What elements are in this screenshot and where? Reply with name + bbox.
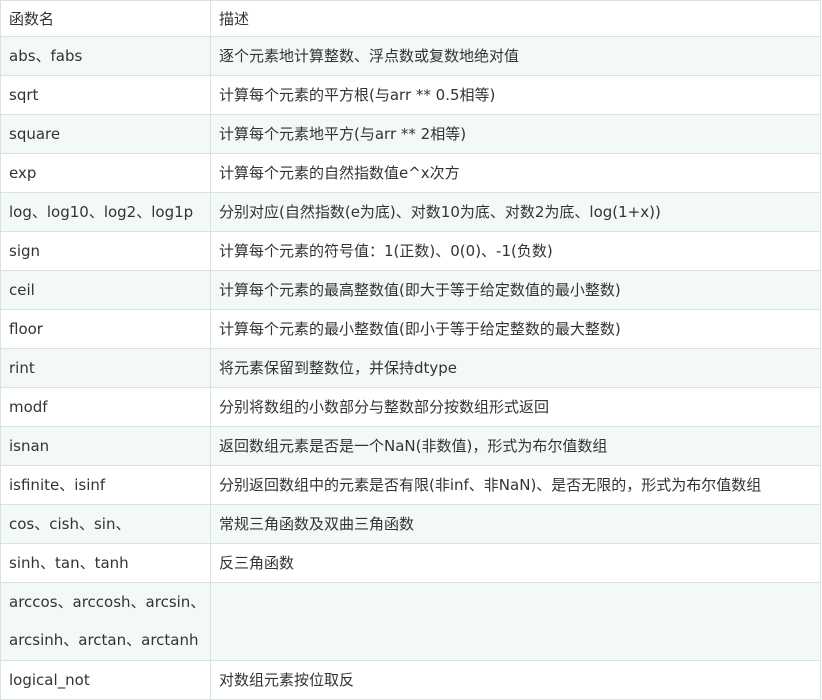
function-name-line: arcsinh、arctan、arctanh (9, 631, 199, 649)
function-desc: 分别返回数组中的元素是否有限(非inf、非NaN)、是否无限的，形式为布尔值数组 (210, 465, 821, 505)
function-desc: 计算每个元素的自然指数值e^x次方 (210, 153, 821, 193)
function-desc (210, 582, 821, 661)
function-desc: 计算每个元素地平方(与arr ** 2相等) (210, 114, 821, 154)
function-name: floor (0, 309, 211, 349)
function-name: logical_not (0, 660, 211, 700)
header-row: 函数名 描述 (0, 0, 821, 37)
numpy-function-table: 函数名 描述 abs、fabs 逐个元素地计算整数、浮点数或复数地绝对值 sqr… (0, 0, 821, 700)
function-name: sqrt (0, 75, 211, 115)
table-row: square 计算每个元素地平方(与arr ** 2相等) (0, 114, 821, 154)
function-name: log、log10、log2、log1p (0, 192, 211, 232)
function-desc: 返回数组元素是否是一个NaN(非数值)，形式为布尔值数组 (210, 426, 821, 466)
function-name: rint (0, 348, 211, 388)
function-desc: 计算每个元素的最高整数值(即大于等于给定数值的最小整数) (210, 270, 821, 310)
function-name: abs、fabs (0, 36, 211, 76)
table-row: isfinite、isinf 分别返回数组中的元素是否有限(非inf、非NaN)… (0, 465, 821, 505)
header-name: 函数名 (0, 0, 211, 37)
table-row: sqrt 计算每个元素的平方根(与arr ** 0.5相等) (0, 75, 821, 115)
function-desc: 反三角函数 (210, 543, 821, 583)
table-row: abs、fabs 逐个元素地计算整数、浮点数或复数地绝对值 (0, 36, 821, 76)
table-row: cos、cish、sin、 常规三角函数及双曲三角函数 (0, 504, 821, 544)
table-row: arccos、arccosh、arcsin、 arcsinh、arctan、ar… (0, 582, 821, 661)
function-name: ceil (0, 270, 211, 310)
table-row: isnan 返回数组元素是否是一个NaN(非数值)，形式为布尔值数组 (0, 426, 821, 466)
function-name: isnan (0, 426, 211, 466)
function-desc: 计算每个元素的最小整数值(即小于等于给定整数的最大整数) (210, 309, 821, 349)
function-desc: 计算每个元素的平方根(与arr ** 0.5相等) (210, 75, 821, 115)
table-row: modf 分别将数组的小数部分与整数部分按数组形式返回 (0, 387, 821, 427)
function-desc: 将元素保留到整数位，并保持dtype (210, 348, 821, 388)
function-desc: 对数组元素按位取反 (210, 660, 821, 700)
function-name-line: arccos、arccosh、arcsin、 (9, 593, 206, 611)
table-row: rint 将元素保留到整数位，并保持dtype (0, 348, 821, 388)
table-row: exp 计算每个元素的自然指数值e^x次方 (0, 153, 821, 193)
function-desc: 计算每个元素的符号值：1(正数)、0(0)、-1(负数) (210, 231, 821, 271)
table-row: logical_not 对数组元素按位取反 (0, 660, 821, 700)
table-row: sinh、tan、tanh 反三角函数 (0, 543, 821, 583)
table-row: ceil 计算每个元素的最高整数值(即大于等于给定数值的最小整数) (0, 270, 821, 310)
table-row: log、log10、log2、log1p 分别对应(自然指数(e为底)、对数10… (0, 192, 821, 232)
table-row: sign 计算每个元素的符号值：1(正数)、0(0)、-1(负数) (0, 231, 821, 271)
function-name: sign (0, 231, 211, 271)
table-row: floor 计算每个元素的最小整数值(即小于等于给定整数的最大整数) (0, 309, 821, 349)
function-desc: 分别将数组的小数部分与整数部分按数组形式返回 (210, 387, 821, 427)
function-name: cos、cish、sin、 (0, 504, 211, 544)
function-name: modf (0, 387, 211, 427)
function-name: sinh、tan、tanh (0, 543, 211, 583)
function-name: square (0, 114, 211, 154)
function-desc: 逐个元素地计算整数、浮点数或复数地绝对值 (210, 36, 821, 76)
function-desc: 分别对应(自然指数(e为底)、对数10为底、对数2为底、log(1+x)) (210, 192, 821, 232)
header-desc: 描述 (210, 0, 821, 37)
function-desc: 常规三角函数及双曲三角函数 (210, 504, 821, 544)
function-name: arccos、arccosh、arcsin、 arcsinh、arctan、ar… (0, 582, 211, 661)
function-name: isfinite、isinf (0, 465, 211, 505)
function-name: exp (0, 153, 211, 193)
